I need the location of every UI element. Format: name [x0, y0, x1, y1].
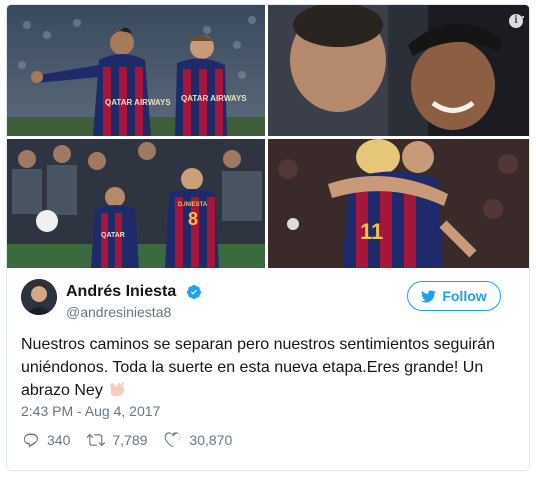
photo-4[interactable]: 11 — [268, 139, 529, 268]
photo-2[interactable]: i — [268, 5, 529, 136]
avatar[interactable] — [21, 279, 57, 315]
photo-grid: QATAR AIRWAYS QATAR AIRWAYS i QATAR D.IN… — [7, 5, 529, 268]
jersey-front-sponsor: QATAR — [101, 232, 125, 239]
follow-label: Follow — [442, 288, 487, 304]
tweet-text-content: Nuestros caminos se separan pero nuestro… — [21, 336, 496, 399]
jersey-sponsor-right: QATAR AIRWAYS — [181, 94, 247, 103]
author-name[interactable]: Andrés Iniesta — [66, 283, 176, 301]
reply-count: 340 — [47, 432, 71, 448]
tweet-text: Nuestros caminos se separan pero nuestro… — [21, 333, 511, 402]
call-me-hand-emoji-icon — [110, 382, 125, 397]
photo-1[interactable]: QATAR AIRWAYS QATAR AIRWAYS — [7, 5, 265, 136]
jersey-sponsor-left: QATAR AIRWAYS — [105, 98, 171, 107]
retweet-count: 7,789 — [112, 432, 148, 448]
follow-button[interactable]: Follow — [407, 281, 501, 311]
like-button[interactable]: 30,870 — [163, 431, 232, 449]
jersey-front-number: 11 — [360, 219, 383, 244]
like-count: 30,870 — [189, 432, 233, 448]
reply-icon — [23, 433, 38, 448]
jersey-back-name: D.INIESTA — [178, 202, 208, 208]
reply-button[interactable]: 340 — [21, 431, 70, 449]
retweet-icon — [86, 433, 106, 447]
author-handle[interactable]: @andresiniesta8 — [66, 304, 171, 320]
twitter-bird-icon — [421, 289, 437, 302]
verified-badge-icon — [186, 285, 201, 299]
tweet-timestamp[interactable]: 2:43 PM - Aug 4, 2017 — [21, 403, 160, 419]
info-icon[interactable]: i — [509, 14, 523, 28]
jersey-back-number: 8 — [188, 209, 198, 229]
heart-icon — [165, 432, 181, 448]
tweet-actions: 340 7,789 30,870 — [21, 430, 248, 450]
photo-3[interactable]: QATAR D.INIESTA 8 — [7, 139, 265, 268]
retweet-button[interactable]: 7,789 — [86, 431, 147, 449]
